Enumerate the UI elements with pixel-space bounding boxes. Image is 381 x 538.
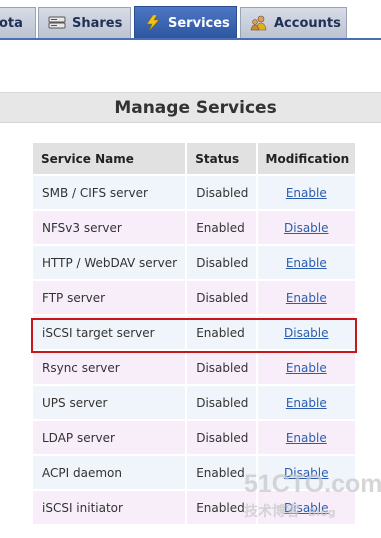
table-row-highlighted: iSCSI target server Enabled Disable: [33, 316, 355, 349]
accounts-icon: [250, 15, 268, 31]
tab-quota[interactable]: ota: [0, 7, 36, 38]
service-name: SMB / CIFS server: [33, 176, 186, 209]
top-nav-bar: ota Shares Services Accounts: [0, 0, 381, 40]
enable-link[interactable]: Enable: [286, 256, 327, 270]
shares-icon: [48, 15, 66, 31]
disable-link[interactable]: Disable: [284, 466, 329, 480]
service-status: Enabled: [187, 316, 256, 349]
enable-link[interactable]: Enable: [286, 361, 327, 375]
service-name: iSCSI target server: [33, 316, 186, 349]
enable-link[interactable]: Enable: [286, 396, 327, 410]
enable-link[interactable]: Enable: [286, 291, 327, 305]
services-table: Service Name Status Modification SMB / C…: [31, 141, 357, 526]
tab-label: Services: [168, 15, 230, 31]
column-header-service-name: Service Name: [33, 143, 186, 174]
table-row: SMB / CIFS server Disabled Enable: [33, 176, 355, 209]
table-row: NFSv3 server Enabled Disable: [33, 211, 355, 244]
lightning-icon: [144, 14, 162, 32]
modification-cell: Enable: [257, 386, 355, 419]
table-row: HTTP / WebDAV server Disabled Enable: [33, 246, 355, 279]
service-name: ACPI daemon: [33, 456, 186, 489]
service-status: Enabled: [187, 456, 256, 489]
service-status: Disabled: [187, 176, 256, 209]
table-row: LDAP server Disabled Enable: [33, 421, 355, 454]
column-header-modification: Modification: [257, 143, 355, 174]
service-status: Disabled: [187, 246, 256, 279]
tab-services[interactable]: Services: [134, 6, 237, 39]
modification-cell: Enable: [257, 351, 355, 384]
tab-shares[interactable]: Shares: [38, 7, 131, 38]
tab-accounts[interactable]: Accounts: [240, 7, 347, 38]
table-row: Rsync server Disabled Enable: [33, 351, 355, 384]
page-title: Manage Services: [114, 97, 277, 118]
service-status: Disabled: [187, 421, 256, 454]
table-row: FTP server Disabled Enable: [33, 281, 355, 314]
service-name: FTP server: [33, 281, 186, 314]
tab-label: Shares: [72, 15, 123, 31]
service-status: Disabled: [187, 386, 256, 419]
modification-cell: Disable: [257, 316, 355, 349]
service-name: iSCSI initiator: [33, 491, 186, 524]
column-header-status: Status: [187, 143, 256, 174]
service-name: UPS server: [33, 386, 186, 419]
disable-link[interactable]: Disable: [284, 326, 329, 340]
modification-cell: Disable: [257, 491, 355, 524]
table-row: iSCSI initiator Enabled Disable: [33, 491, 355, 524]
enable-link[interactable]: Enable: [286, 186, 327, 200]
service-status: Disabled: [187, 281, 256, 314]
disable-link[interactable]: Disable: [284, 501, 329, 515]
disable-link[interactable]: Disable: [284, 221, 329, 235]
service-name: LDAP server: [33, 421, 186, 454]
service-status: Disabled: [187, 351, 256, 384]
enable-link[interactable]: Enable: [286, 431, 327, 445]
table-header-row: Service Name Status Modification: [33, 143, 355, 174]
modification-cell: Enable: [257, 281, 355, 314]
service-status: Enabled: [187, 211, 256, 244]
service-name: NFSv3 server: [33, 211, 186, 244]
modification-cell: Disable: [257, 456, 355, 489]
table-row: UPS server Disabled Enable: [33, 386, 355, 419]
tab-label: Accounts: [274, 15, 341, 31]
tab-label: ota: [0, 15, 23, 31]
modification-cell: Disable: [257, 211, 355, 244]
tab-bar-divider: [0, 38, 381, 40]
service-name: HTTP / WebDAV server: [33, 246, 186, 279]
modification-cell: Enable: [257, 176, 355, 209]
page-header: Manage Services: [0, 92, 381, 123]
modification-cell: Enable: [257, 421, 355, 454]
modification-cell: Enable: [257, 246, 355, 279]
table-row: ACPI daemon Enabled Disable: [33, 456, 355, 489]
service-name: Rsync server: [33, 351, 186, 384]
service-status: Enabled: [187, 491, 256, 524]
